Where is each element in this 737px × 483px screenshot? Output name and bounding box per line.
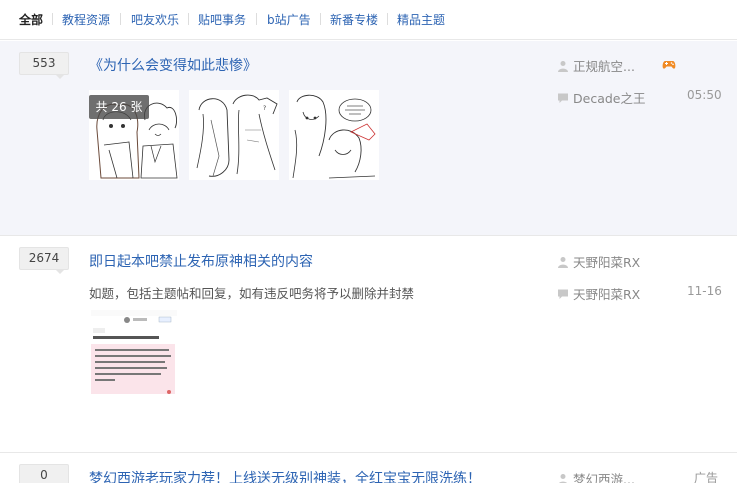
last-reply[interactable]: Decade之王 (557, 88, 645, 107)
user-icon (558, 474, 568, 483)
last-reply[interactable]: 天野阳菜RX (557, 284, 640, 303)
reply-count-badge: 2674 (19, 247, 69, 274)
thread-author-name: 梦幻西游... (573, 472, 635, 483)
reply-count-badge: 0 (19, 464, 69, 483)
reply-count-badge: 553 (19, 52, 69, 79)
thread-author[interactable]: 梦幻西游... (557, 469, 635, 483)
forum-tab-bar: 全部 教程资源 吧友欢乐 贴吧事务 b站广告 新番专楼 精品主题 (0, 0, 737, 40)
tab-tutorial-resources[interactable]: 教程资源 (62, 11, 110, 28)
last-replier-name: 天野阳菜RX (573, 287, 641, 302)
last-replier-name: Decade之王 (573, 91, 646, 106)
thread-title[interactable]: 《为什么会变得如此悲惨》 (89, 55, 257, 75)
image-count-badge: 共 26 张 (89, 95, 149, 119)
user-icon (558, 61, 568, 72)
phone-screenshot-image (89, 306, 179, 398)
tab-separator (387, 13, 388, 25)
thread-divider (0, 452, 737, 453)
thread-image-thumbnail[interactable]: ? (189, 90, 279, 180)
thread-image-thumbnail[interactable] (89, 306, 179, 398)
game-controller-icon (662, 61, 676, 69)
manga-sketch-image: ? (189, 90, 279, 180)
thread-divider (0, 235, 737, 236)
thread-title[interactable]: 即日起本吧禁止发布原神相关的内容 (89, 251, 313, 271)
thread-abstract: 如题，包括主题帖和回复，如有违反吧务将予以删除并封禁 (89, 286, 415, 301)
ad-label: 广告 (694, 471, 719, 483)
thread-author[interactable]: 正规航空... (557, 56, 635, 75)
last-reply-time: 05:50 (687, 88, 722, 102)
tab-featured[interactable]: 精品主题 (397, 11, 445, 28)
last-reply-time: 11-16 (687, 284, 722, 298)
thread-author-name: 正规航空... (573, 59, 635, 74)
tab-bilibili-ads[interactable]: b站广告 (267, 11, 311, 28)
tab-member-fun[interactable]: 吧友欢乐 (131, 11, 179, 28)
thread-image-thumbnail[interactable] (289, 90, 379, 180)
tab-all[interactable]: 全部 (19, 11, 43, 28)
thread-author-name: 天野阳菜RX (573, 255, 641, 270)
tab-separator (256, 13, 257, 25)
tab-new-anime[interactable]: 新番专楼 (330, 11, 378, 28)
tab-separator (52, 13, 53, 25)
svg-text:?: ? (263, 105, 266, 112)
tab-separator (120, 13, 121, 25)
comment-icon (558, 93, 568, 103)
comment-icon (558, 289, 568, 299)
tab-separator (320, 13, 321, 25)
tab-forum-affairs[interactable]: 贴吧事务 (198, 11, 246, 28)
thread-author[interactable]: 天野阳菜RX (557, 252, 640, 271)
tab-separator (188, 13, 189, 25)
user-icon (558, 257, 568, 268)
thread-title[interactable]: 梦幻西游老玩家力荐！上线送无级别神装，全红宝宝无限洗练！ (89, 468, 481, 483)
manga-sketch-image (289, 90, 379, 180)
